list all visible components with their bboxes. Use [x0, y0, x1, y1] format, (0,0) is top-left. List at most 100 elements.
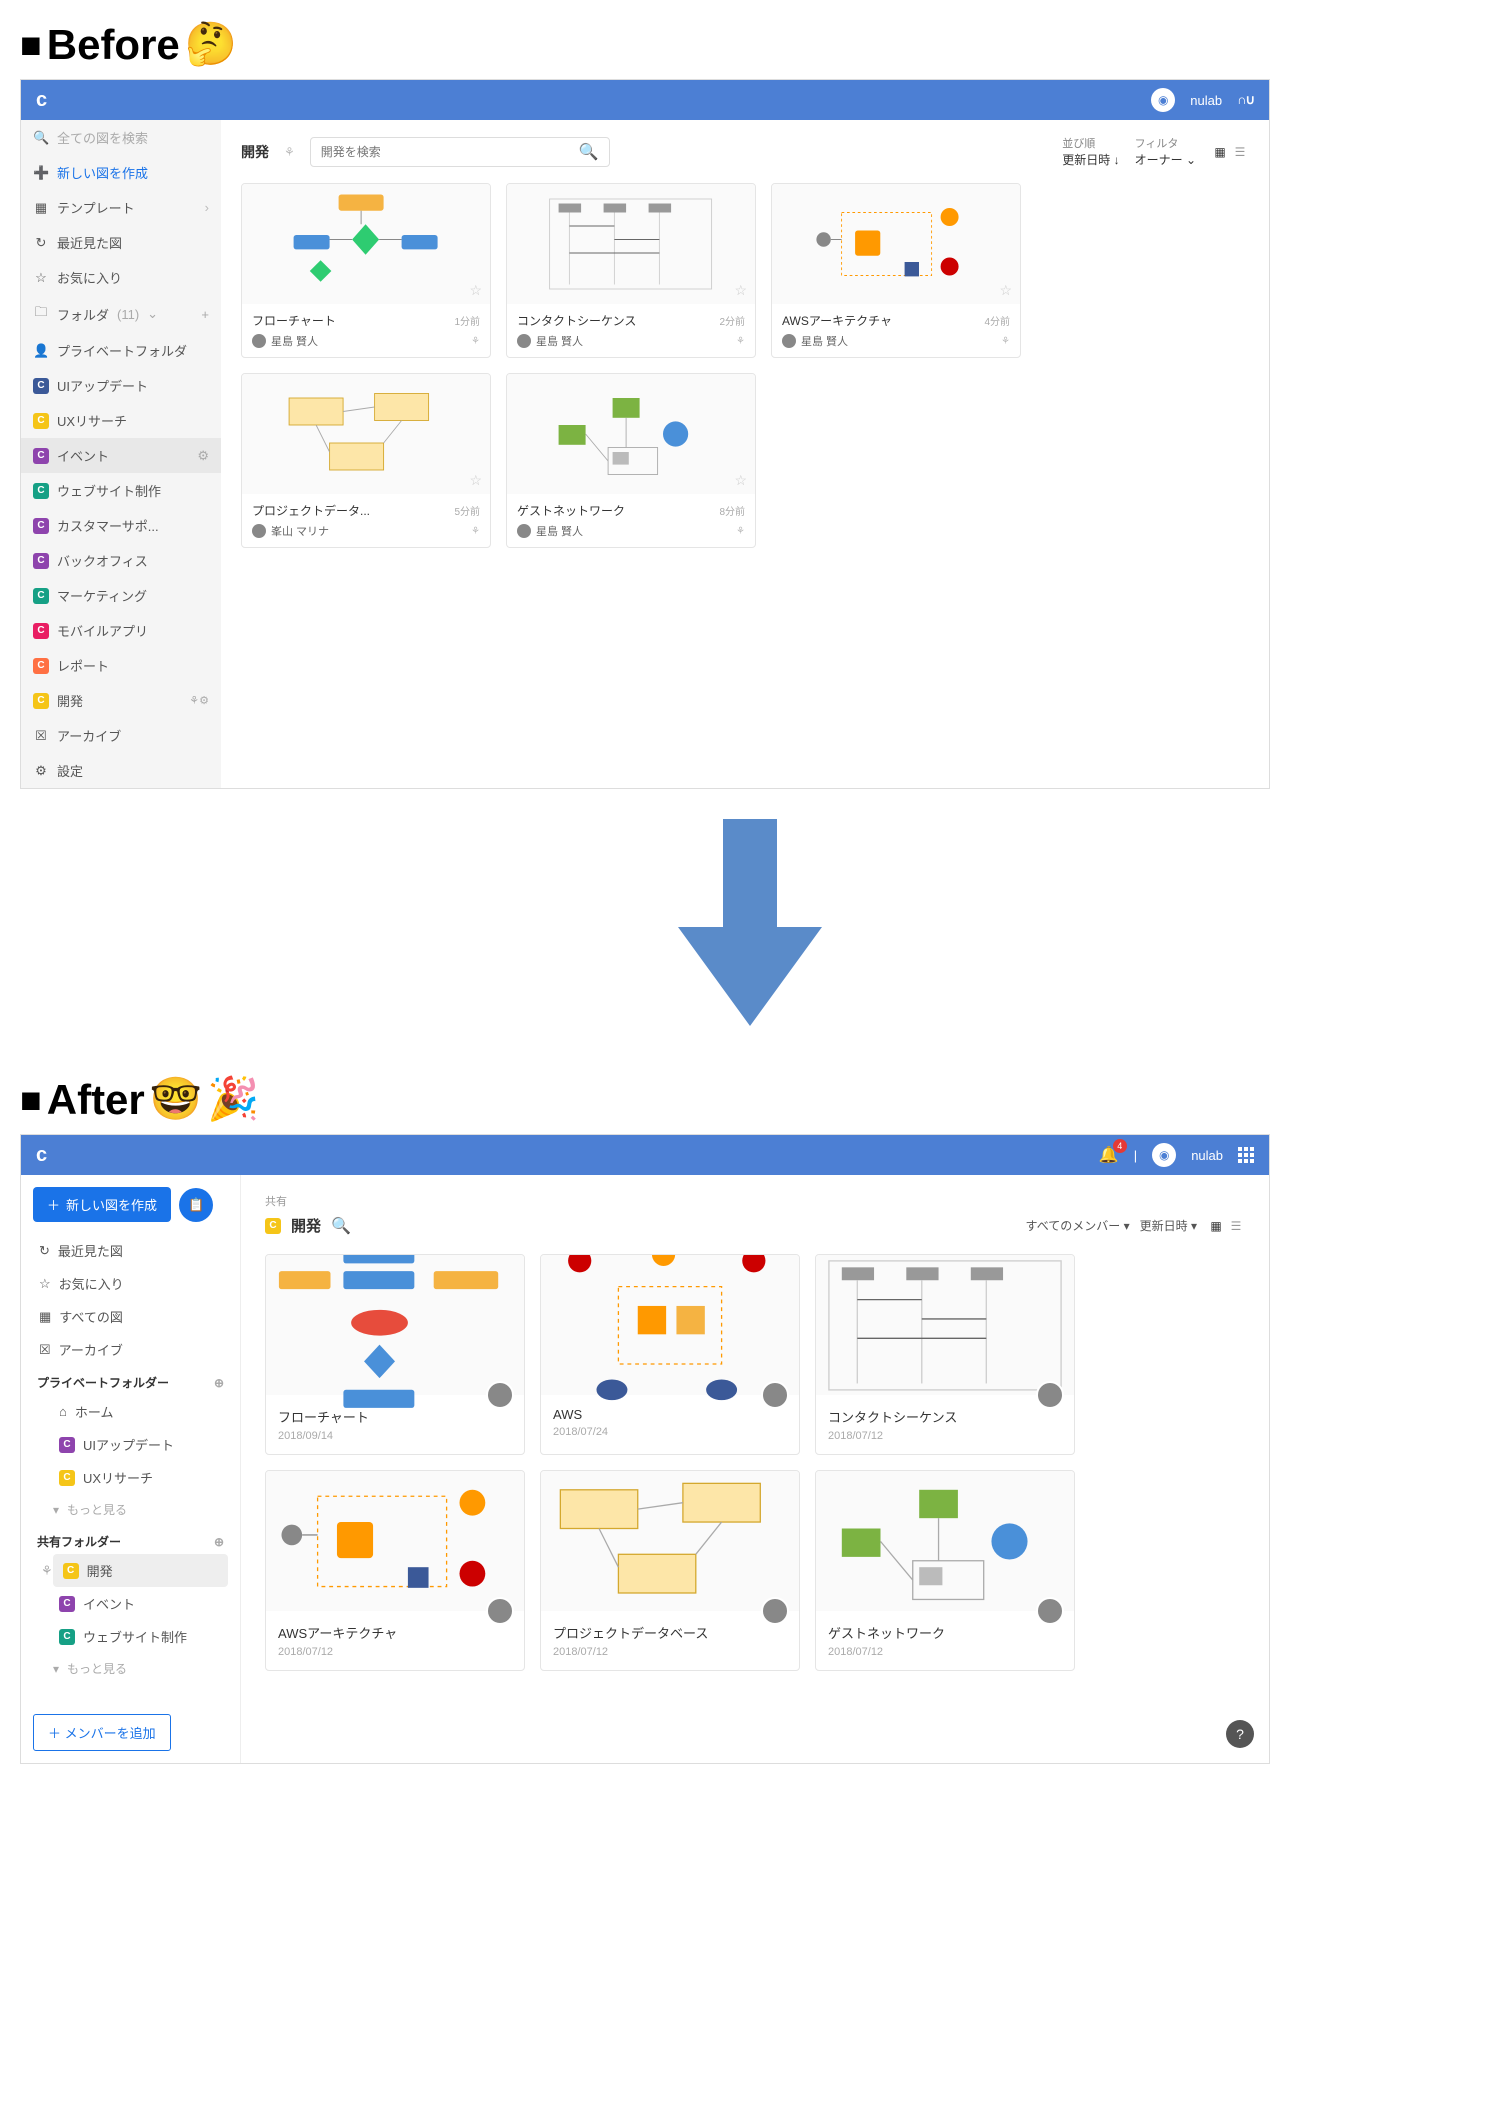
help-button[interactable]: ?: [1226, 1720, 1254, 1748]
owner-avatar[interactable]: [1036, 1597, 1064, 1625]
list-view-button[interactable]: ☰: [1231, 143, 1249, 161]
card-title: コンタクトシーケンス: [517, 312, 636, 329]
sidebar-folder-item[interactable]: Cウェブサイト制作: [21, 473, 221, 508]
archive-item[interactable]: ☒ アーカイブ: [21, 718, 221, 753]
search-box[interactable]: 🔍: [310, 137, 610, 167]
gear-icon[interactable]: ⚙: [197, 448, 209, 464]
template-button[interactable]: 📋: [179, 1188, 213, 1222]
settings-item[interactable]: ⚙ 設定: [21, 753, 221, 788]
sidebar-folder-item[interactable]: CUXリサーチ: [21, 403, 221, 438]
sidebar-folder-item[interactable]: C開発⚘⚙: [21, 683, 221, 718]
share-indicator-icon: ⚘: [736, 336, 745, 347]
owner-avatar[interactable]: [761, 1597, 789, 1625]
private-more[interactable]: ▾ もっと見る: [33, 1494, 228, 1525]
apps-grid-icon[interactable]: [1238, 1147, 1254, 1163]
favorites-item[interactable]: ☆ お気に入り: [33, 1267, 228, 1300]
member-filter[interactable]: すべてのメンバー ▾: [1026, 1217, 1130, 1234]
owner-avatar[interactable]: [486, 1597, 514, 1625]
main-content: 共有 C 開発 🔍 すべてのメンバー ▾ 更新日時 ▾ ▦ ☰: [241, 1175, 1269, 1763]
list-view-button[interactable]: ☰: [1227, 1217, 1245, 1235]
sidebar-folder-item[interactable]: CUIアップデート: [21, 368, 221, 403]
sort-control[interactable]: 更新日時 ▾: [1140, 1217, 1197, 1234]
owner-avatar[interactable]: [1036, 1381, 1064, 1409]
folder-badge-icon: C: [33, 448, 49, 464]
sidebar-folder-item[interactable]: C イベント ⚙: [21, 438, 221, 473]
org-icon[interactable]: ◉: [1151, 88, 1175, 112]
grid-view-button[interactable]: ▦: [1207, 1217, 1225, 1235]
diagram-card[interactable]: コンタクトシーケンス2018/07/12: [815, 1254, 1075, 1455]
add-shared-folder[interactable]: ⊕: [214, 1535, 224, 1549]
sidebar-folder-item[interactable]: Cレポート: [21, 648, 221, 683]
recent-item[interactable]: ↻ 最近見た図: [33, 1234, 228, 1267]
sidebar-folder-item[interactable]: CUIアップデート: [53, 1428, 228, 1461]
shared-more[interactable]: ▾ もっと見る: [33, 1653, 228, 1684]
share-indicator-icon: ⚘: [1001, 336, 1010, 347]
sidebar-folder-item[interactable]: Cイベント: [53, 1587, 228, 1620]
diagram-card[interactable]: プロジェクトデータベース2018/07/12: [540, 1470, 800, 1671]
templates-item[interactable]: ▦ テンプレート ›: [21, 190, 221, 225]
diagram-card[interactable]: ☆ ゲストネットワーク8分前 星島 賢人⚘: [506, 373, 756, 548]
private-folder[interactable]: 👤 プライベートフォルダ: [21, 333, 221, 368]
favorite-star-icon[interactable]: ☆: [734, 472, 747, 489]
more-label: もっと見る: [67, 1660, 127, 1677]
notification-count: 4: [1113, 1139, 1127, 1153]
sidebar-folder-item[interactable]: Cバックオフィス: [21, 543, 221, 578]
sidebar-folder-item[interactable]: ⚘C開発: [53, 1554, 228, 1587]
card-grid: フローチャート2018/09/14 AWS2018/07/24 コンタクトシーケ…: [265, 1254, 1245, 1671]
diagram-card[interactable]: ☆ フローチャート1分前 星島 賢人⚘: [241, 183, 491, 358]
diagram-card[interactable]: ☆ プロジェクトデータ...5分前 峯山 マリナ⚘: [241, 373, 491, 548]
all-label: すべての図: [59, 1307, 123, 1326]
diagram-card[interactable]: ☆ AWSアーキテクチャ4分前 星島 賢人⚘: [771, 183, 1021, 358]
folder-header[interactable]: 🗀 フォルダ (11) ⌄ +: [21, 295, 221, 333]
sidebar-folder-item[interactable]: CUXリサーチ: [53, 1461, 228, 1494]
favorite-star-icon[interactable]: ☆: [999, 282, 1012, 299]
new-diagram-button[interactable]: ＋ 新しい図を作成: [33, 1187, 171, 1222]
folder-badge-icon: C: [33, 693, 49, 709]
sidebar-folder-item[interactable]: Cカスタマーサポ...: [21, 508, 221, 543]
shared-section-header: 共有フォルダー ⊕: [33, 1525, 228, 1554]
sidebar-folder-item[interactable]: Cモバイルアプリ: [21, 613, 221, 648]
archive-label: アーカイブ: [57, 726, 121, 745]
add-private-folder[interactable]: ⊕: [214, 1376, 224, 1390]
home-icon: ⌂: [59, 1404, 67, 1419]
grid-view-button[interactable]: ▦: [1211, 143, 1229, 161]
all-diagrams-item[interactable]: ▦ すべての図: [33, 1300, 228, 1333]
archive-item[interactable]: ☒ アーカイブ: [33, 1333, 228, 1366]
search-icon[interactable]: 🔍: [331, 1216, 351, 1236]
diagram-card[interactable]: ゲストネットワーク2018/07/12: [815, 1470, 1075, 1671]
favorite-star-icon[interactable]: ☆: [469, 472, 482, 489]
favorites-item[interactable]: ☆ お気に入り: [21, 260, 221, 295]
new-diagram[interactable]: ➕ 新しい図を作成: [21, 155, 221, 190]
user-name[interactable]: nulab: [1191, 1148, 1223, 1163]
diagram-card[interactable]: AWS2018/07/24: [540, 1254, 800, 1455]
sidebar-folder-item[interactable]: Cウェブサイト制作: [53, 1620, 228, 1653]
sidebar-folder-item[interactable]: Cマーケティング: [21, 578, 221, 613]
sidebar-folder-item[interactable]: ⌂ホーム: [53, 1395, 228, 1428]
breadcrumb[interactable]: 共有: [265, 1193, 1245, 1209]
search-all[interactable]: 🔍 全ての図を検索: [21, 120, 221, 155]
add-folder-icon[interactable]: +: [201, 307, 209, 322]
app-logo[interactable]: c: [36, 89, 47, 112]
favorite-star-icon[interactable]: ☆: [734, 282, 747, 299]
org-icon[interactable]: ◉: [1152, 1143, 1176, 1167]
notification-bell[interactable]: 🔔 4: [1099, 1145, 1119, 1165]
thinking-emoji: 🤔: [185, 20, 237, 69]
favorite-star-icon[interactable]: ☆: [469, 282, 482, 299]
share-gear-icon[interactable]: ⚘⚙: [189, 694, 209, 707]
new-label: 新しい図を作成: [66, 1195, 157, 1214]
folder-item-label: イベント: [57, 446, 109, 465]
recent-item[interactable]: ↻ 最近見た図: [21, 225, 221, 260]
diagram-card[interactable]: ☆ コンタクトシーケンス2分前 星島 賢人⚘: [506, 183, 756, 358]
nerd-emoji: 🤓: [150, 1075, 202, 1124]
sort-control[interactable]: 並び順 更新日時 ↓: [1062, 135, 1119, 168]
app-logo[interactable]: c: [36, 1144, 47, 1167]
content-header: C 開発 🔍 すべてのメンバー ▾ 更新日時 ▾ ▦ ☰: [265, 1215, 1245, 1236]
owner-avatar[interactable]: [486, 1381, 514, 1409]
owner-avatar[interactable]: [761, 1381, 789, 1409]
diagram-card[interactable]: フローチャート2018/09/14: [265, 1254, 525, 1455]
diagram-card[interactable]: AWSアーキテクチャ2018/07/12: [265, 1470, 525, 1671]
add-member-button[interactable]: ＋ メンバーを追加: [33, 1714, 171, 1751]
user-name[interactable]: nulab: [1190, 93, 1222, 108]
search-input[interactable]: [321, 145, 579, 159]
filter-control[interactable]: フィルタ オーナー ⌄: [1135, 135, 1196, 168]
